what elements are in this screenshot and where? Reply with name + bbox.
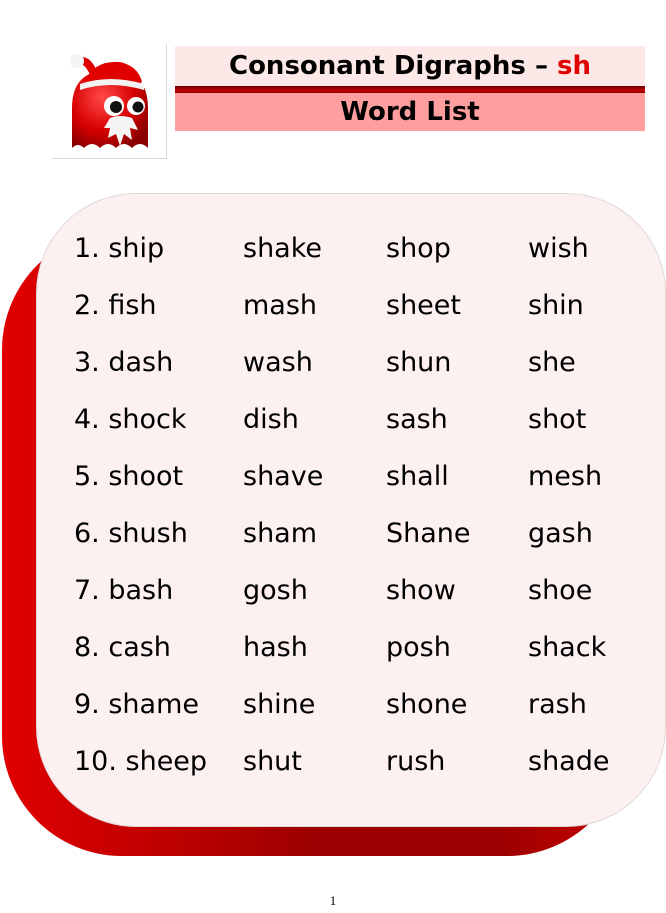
word: 3. dash bbox=[74, 347, 174, 378]
page-subtitle: Word List bbox=[175, 93, 645, 131]
word: mesh bbox=[528, 461, 603, 492]
title-block: Consonant Digraphs – sh Word List bbox=[175, 46, 645, 132]
word: wash bbox=[243, 347, 313, 378]
page-title: Consonant Digraphs – sh bbox=[175, 46, 645, 86]
word: shot bbox=[528, 404, 587, 435]
word: hash bbox=[243, 632, 308, 663]
word: shoe bbox=[528, 575, 593, 606]
word: sash bbox=[386, 404, 448, 435]
word-row: 2. fish mash sheet shin bbox=[74, 281, 634, 338]
word: 6. shush bbox=[74, 518, 188, 549]
title-accent: sh bbox=[557, 51, 591, 81]
word: 7. bash bbox=[74, 575, 174, 606]
word: shop bbox=[386, 233, 451, 264]
santa-ghost-icon bbox=[70, 54, 148, 148]
word: 4. shock bbox=[74, 404, 187, 435]
word: 2. fish bbox=[74, 290, 157, 321]
word: shake bbox=[243, 233, 323, 264]
word-row: 6. shush sham Shane gash bbox=[74, 509, 634, 566]
word: shut bbox=[243, 746, 302, 777]
word-row: 10. sheep shut rush shade bbox=[74, 737, 634, 794]
word: rash bbox=[528, 689, 587, 720]
word: gosh bbox=[243, 575, 308, 606]
word: shave bbox=[243, 461, 324, 492]
word: shack bbox=[528, 632, 607, 663]
word: 5. shoot bbox=[74, 461, 184, 492]
word: mash bbox=[243, 290, 318, 321]
word: shine bbox=[243, 689, 316, 720]
word-row: 5. shoot shave shall mesh bbox=[74, 452, 634, 509]
word: wish bbox=[528, 233, 589, 264]
word-row: 7. bash gosh show shoe bbox=[74, 566, 634, 623]
word: shade bbox=[528, 746, 610, 777]
word: rush bbox=[386, 746, 446, 777]
word: 8. cash bbox=[74, 632, 171, 663]
word: shall bbox=[386, 461, 449, 492]
word: shone bbox=[386, 689, 468, 720]
word: 10. sheep bbox=[74, 746, 208, 777]
page-number: 1 bbox=[329, 893, 337, 908]
word: shin bbox=[528, 290, 584, 321]
word: dish bbox=[243, 404, 299, 435]
title-divider bbox=[175, 86, 645, 93]
word: she bbox=[528, 347, 576, 378]
word: 9. shame bbox=[74, 689, 199, 720]
word-row: 3. dash wash shun she bbox=[74, 338, 634, 395]
word: show bbox=[386, 575, 456, 606]
word: shun bbox=[386, 347, 452, 378]
word: sheet bbox=[386, 290, 461, 321]
word-row: 9. shame shine shone rash bbox=[74, 680, 634, 737]
word-row: 8. cash hash posh shack bbox=[74, 623, 634, 680]
word: Shane bbox=[386, 518, 471, 549]
title-main: Consonant Digraphs – bbox=[228, 51, 557, 81]
word: sham bbox=[243, 518, 318, 549]
word: 1. ship bbox=[74, 233, 165, 264]
word: gash bbox=[528, 518, 593, 549]
word-row: 1. ship shake shop wish bbox=[74, 224, 634, 281]
logo bbox=[52, 44, 167, 159]
word-row: 4. shock dish sash shot bbox=[74, 395, 634, 452]
word: posh bbox=[386, 632, 451, 663]
